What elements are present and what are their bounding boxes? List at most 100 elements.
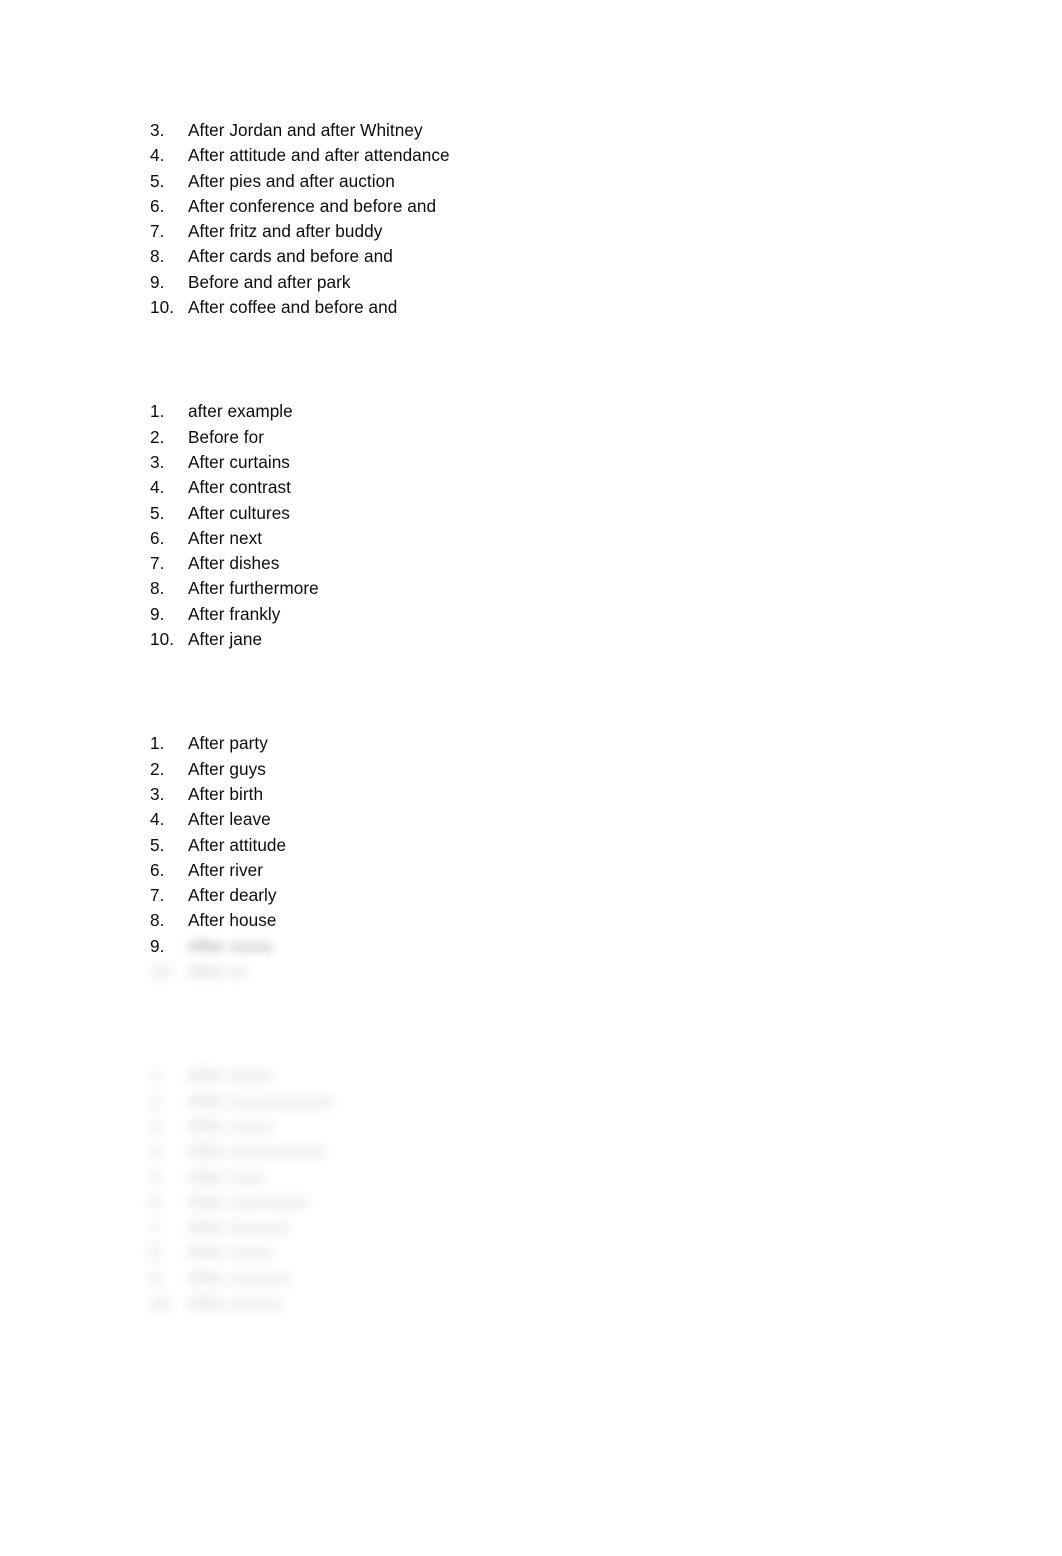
list-item[interactable]: 3. After Jordan and after Whitney — [150, 118, 910, 143]
numbered-list-4-blurred: 1. After xxxxx 2. After xxxxxxxxxxxx 3. … — [150, 1063, 910, 1316]
list-item-text: After party — [188, 733, 268, 754]
list-item[interactable]: 8. After xxxxx — [150, 1240, 910, 1265]
list-item-text: After dishes — [188, 553, 280, 574]
list-item-number-blurred: 9. — [150, 1267, 165, 1288]
list-item[interactable]: 9. After frankly — [150, 602, 910, 627]
list-item-text-blurred: After xxxxx — [188, 1115, 273, 1136]
list-item-text-blurred: After xxxxx — [188, 1065, 273, 1086]
list-item[interactable]: 6. After conference and before and — [150, 194, 910, 219]
list-item[interactable]: 4. After attitude and after attendance — [150, 143, 910, 168]
list-item[interactable]: 3. After curtains — [150, 450, 910, 475]
list-item-text: after example — [188, 401, 293, 422]
list-item-number-blurred: 4. — [150, 1141, 165, 1162]
list-item-number: 8. — [150, 910, 165, 931]
list-item-text-blurred: After xx — [188, 961, 247, 982]
list-item-text: After next — [188, 527, 263, 548]
list-item[interactable]: 7. After dishes — [150, 551, 910, 576]
list-item-number: 9. — [150, 603, 165, 624]
list-item-number-blurred: 10. — [150, 961, 175, 982]
list-item-text: After coffee and before and — [188, 297, 398, 318]
list-item-number: 3. — [150, 451, 165, 472]
list-item-number: 8. — [150, 578, 165, 599]
list-item-number: 7. — [150, 885, 165, 906]
list-item-number: 8. — [150, 246, 165, 267]
list-item-text: After pies and after auction — [188, 170, 395, 191]
list-item-number-blurred: 6. — [150, 1191, 165, 1212]
list-item[interactable]: 10. After jane — [150, 627, 910, 652]
document-body: 3. After Jordan and after Whitney 4. Aft… — [150, 118, 910, 1316]
numbered-list-2: 1. after example 2. Before for 3. After … — [150, 399, 910, 652]
list-item-number-blurred: 1. — [150, 1065, 165, 1086]
list-item[interactable]: 10. After coffee and before and — [150, 295, 910, 320]
list-item[interactable]: 1. After xxxxx — [150, 1063, 910, 1088]
list-item[interactable]: 8. After cards and before and — [150, 244, 910, 269]
list-item[interactable]: 6. After next — [150, 526, 910, 551]
list-item[interactable]: 4. After leave — [150, 807, 910, 832]
list-item[interactable]: 2. After guys — [150, 757, 910, 782]
list-item-number: 6. — [150, 527, 165, 548]
list-item-number: 2. — [150, 426, 165, 447]
list-item-text: After conference and before and — [188, 195, 437, 216]
list-item-text: After dearly — [188, 885, 277, 906]
list-item[interactable]: 3. After birth — [150, 782, 910, 807]
list-item-number: 2. — [150, 758, 165, 779]
list-item-text: Before and after park — [188, 271, 351, 292]
list-item-number: 7. — [150, 221, 165, 242]
list-item[interactable]: 9. After xxxxxxx — [150, 1266, 910, 1291]
list-item[interactable]: 7. After dearly — [150, 883, 910, 908]
list-item[interactable]: 4. After xxxxxxxxxxx — [150, 1139, 910, 1164]
list-item[interactable]: 5. After attitude — [150, 833, 910, 858]
list-item[interactable]: 5. After pies and after auction — [150, 169, 910, 194]
list-item[interactable]: 10. After xxxxxx — [150, 1291, 910, 1316]
list-item[interactable]: 7. After xxxxxxx — [150, 1215, 910, 1240]
list-item-text: After guys — [188, 758, 266, 779]
list-item[interactable]: 5. After cultures — [150, 501, 910, 526]
list-item[interactable]: 3. After xxxxx — [150, 1114, 910, 1139]
list-item-text: After cards and before and — [188, 246, 393, 267]
list-item[interactable]: 9. Before and after park — [150, 270, 910, 295]
list-item[interactable]: 9. After xxxxx — [150, 934, 910, 959]
list-item-number-blurred: 8. — [150, 1242, 165, 1263]
list-item-text-blurred: After xxxxxxxxxxxx — [188, 1090, 334, 1111]
list-item[interactable]: 1. after example — [150, 399, 910, 424]
list-item-number: 5. — [150, 170, 165, 191]
numbered-list-1: 3. After Jordan and after Whitney 4. Aft… — [150, 118, 910, 320]
list-item-text-blurred: After xxxxxxxxx — [188, 1191, 308, 1212]
list-item-text: After leave — [188, 809, 271, 830]
list-item-text: After house — [188, 910, 277, 931]
list-item-number: 7. — [150, 553, 165, 574]
list-item[interactable]: 6. After xxxxxxxxx — [150, 1190, 910, 1215]
list-item-number: 6. — [150, 859, 165, 880]
list-item-text: After contrast — [188, 477, 291, 498]
list-item-text: Before for — [188, 426, 264, 447]
list-item-text-blurred: After xxxx — [188, 1166, 264, 1187]
list-item-number: 10. — [150, 629, 175, 650]
list-item-number: 4. — [150, 145, 165, 166]
list-item[interactable]: 7. After fritz and after buddy — [150, 219, 910, 244]
list-item-text: After cultures — [188, 502, 290, 523]
document-page: 3. After Jordan and after Whitney 4. Aft… — [0, 0, 1062, 1556]
list-item-text: After fritz and after buddy — [188, 221, 383, 242]
list-item[interactable]: 6. After river — [150, 858, 910, 883]
list-item-text-blurred: After xxxxxxx — [188, 1267, 290, 1288]
list-item-text-blurred: After xxxxx — [188, 1242, 273, 1263]
list-item-number-blurred: 2. — [150, 1090, 165, 1111]
list-item-text: After frankly — [188, 603, 281, 624]
list-item[interactable]: 4. After contrast — [150, 475, 910, 500]
list-item[interactable]: 2. After xxxxxxxxxxxx — [150, 1089, 910, 1114]
list-item-number-blurred: 5. — [150, 1166, 165, 1187]
list-item[interactable]: 5. After xxxx — [150, 1165, 910, 1190]
list-item[interactable]: 8. After furthermore — [150, 576, 910, 601]
list-item-number: 3. — [150, 783, 165, 804]
list-item[interactable]: 8. After house — [150, 908, 910, 933]
list-item[interactable]: 1. After party — [150, 731, 910, 756]
list-item[interactable]: 10. After xx — [150, 959, 910, 984]
list-item-text: After Jordan and after Whitney — [188, 120, 423, 140]
list-item-number-blurred: 7. — [150, 1217, 165, 1238]
list-item[interactable]: 2. Before for — [150, 425, 910, 450]
list-item-text: After attitude and after attendance — [188, 145, 450, 166]
list-item-text-blurred: After xxxxxx — [188, 1292, 282, 1313]
